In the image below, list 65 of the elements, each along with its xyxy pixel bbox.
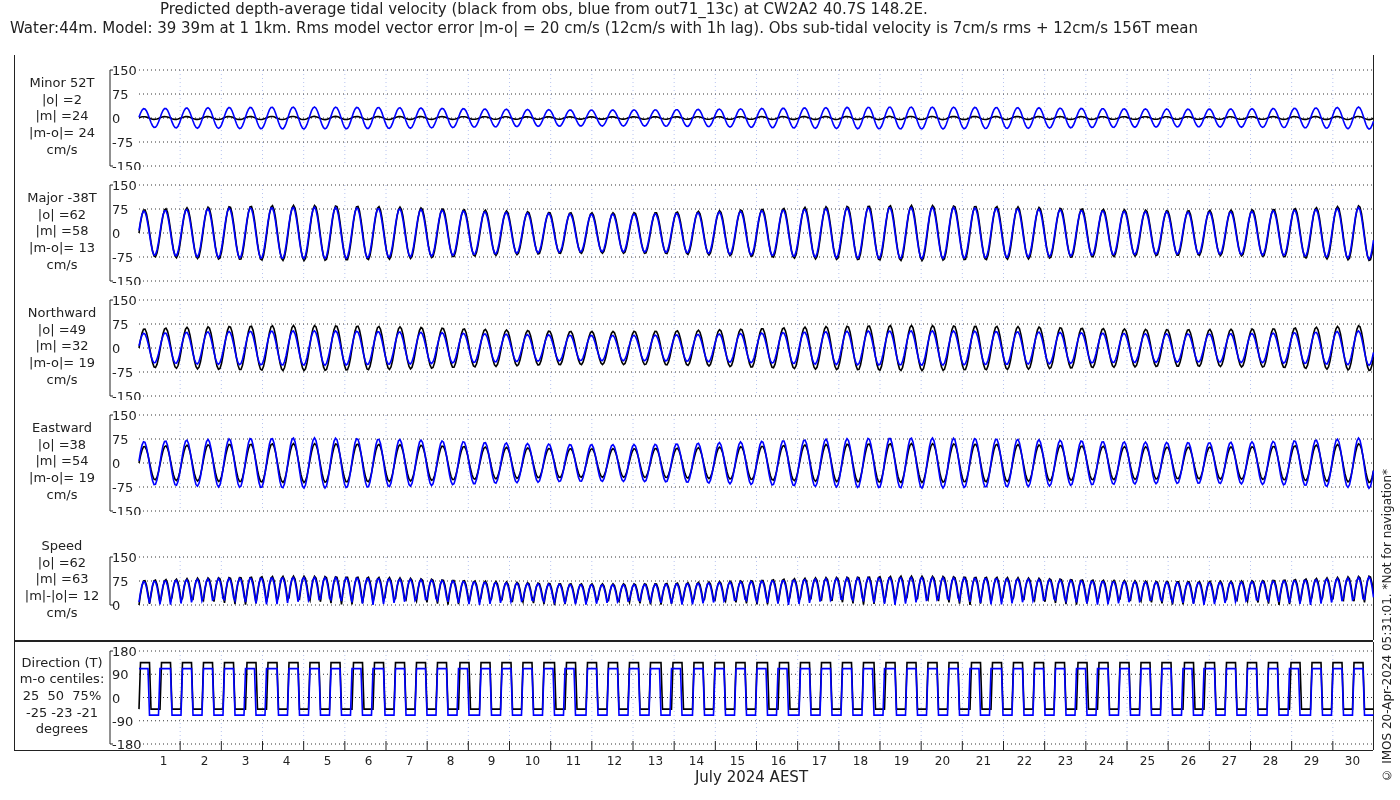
x-axis-tick-label: 20 [934, 754, 951, 769]
y-axis-tick-label: 150 [112, 550, 137, 565]
panel-label: Eastward |o| =38 |m| =54 |m-o|= 19 cm/s [29, 420, 95, 504]
panel-label: Speed |o| =62 |m| =63 |m|-|o|= 12 cm/s [24, 538, 100, 622]
x-axis-tick-label: 22 [1016, 754, 1033, 769]
x-axis-tick-label: 4 [282, 754, 291, 769]
y-axis-tick-label: 75 [112, 432, 129, 447]
x-axis-tick-label: 8 [446, 754, 455, 769]
x-axis-tick-label: 10 [524, 754, 541, 769]
x-axis-tick-label: 1 [159, 754, 168, 769]
x-axis-tick-label: 9 [487, 754, 496, 769]
y-axis-tick-label: 150 [112, 63, 137, 78]
x-axis-tick-label: 5 [323, 754, 332, 769]
y-axis-tick-label: -75 [112, 135, 134, 150]
x-axis-tick-label: 19 [893, 754, 910, 769]
x-axis-tick-label: 16 [770, 754, 787, 769]
x-axis-tick-label: 27 [1221, 754, 1238, 769]
y-axis-tick-label: -75 [112, 480, 134, 495]
y-axis-tick-label: 150 [112, 408, 137, 423]
y-axis-tick-label: 0 [112, 690, 121, 706]
y-axis-tick-label: 75 [112, 574, 129, 589]
y-axis-tick-label: 180 [112, 644, 137, 659]
x-axis-tick-label: 17 [811, 754, 828, 769]
plot-title: Water:44m. Model: 39 39m at 1 1km. Rms model vector error |m-o| = 20 cm/s (12cm/s with 1h lag). Obs sub-tidal velocity is 7cm/s rms + 12cm/s 156T mean [10, 19, 1198, 38]
x-axis-tick-label: 23 [1057, 754, 1074, 769]
x-axis-tick-label: 29 [1303, 754, 1320, 769]
y-axis-tick-label: 0 [112, 598, 121, 613]
plot-title: Predicted depth-average tidal velocity (black from obs, blue from out71_13c) at CW2A2 40.7S 148.2E. [160, 0, 928, 19]
y-axis-tick-label: 90 [112, 667, 129, 683]
panel-label: Northward |o| =49 |m| =32 |m-o|= 19 cm/s [27, 305, 97, 389]
x-axis-tick-label: 13 [647, 754, 664, 769]
x-axis-tick-label: 2 [200, 754, 209, 769]
y-axis-tick-label: 0 [112, 341, 121, 356]
y-axis-tick-label: 75 [112, 317, 129, 332]
y-axis-tick-label: 0 [112, 456, 121, 471]
y-axis-tick-label: -90 [112, 713, 134, 729]
y-axis-tick-label: 0 [112, 226, 121, 241]
x-axis-tick-label: 14 [688, 754, 705, 769]
panel-label: Major -38T |o| =62 |m| =58 |m-o|= 13 cm/s [27, 190, 97, 274]
x-axis-tick-label: 18 [852, 754, 869, 769]
y-axis-tick-label: -75 [112, 365, 134, 380]
y-axis-tick-label: -180 [112, 737, 142, 750]
y-axis-line [109, 556, 114, 606]
x-axis-tick-label: 11 [565, 754, 582, 769]
y-axis-tick-label: 0 [112, 111, 121, 126]
y-axis-tick-label: 150 [112, 293, 137, 308]
y-axis-tick-label: 75 [112, 202, 129, 217]
x-axis-tick-label: 3 [241, 754, 250, 769]
panel-label: Minor 52T |o| =2 |m| =24 |m-o|= 24 cm/s [29, 75, 95, 159]
x-axis-tick-label: 25 [1139, 754, 1156, 769]
x-axis-tick-label: 12 [606, 754, 623, 769]
x-axis-tick-label: 26 [1180, 754, 1197, 769]
x-axis-tick-label: 30 [1344, 754, 1361, 769]
x-axis-tick-label: 7 [405, 754, 414, 769]
x-axis-tick-label: 15 [729, 754, 746, 769]
x-axis-tick-label: 21 [975, 754, 992, 769]
x-axis-title: July 2024 AEST [694, 769, 809, 786]
x-axis-tick-label: 24 [1098, 754, 1115, 769]
credit-text: © IMOS 20-Apr-2024 05:31:01. *Not for navigation* [1379, 469, 1394, 782]
y-axis-tick-label: 75 [112, 87, 129, 102]
panel-label: Direction (T) m-o centiles: 25 50 75% -25 -23 -21 degrees [19, 654, 105, 738]
x-axis-tick-label: 6 [364, 754, 373, 769]
y-axis-tick-label: -75 [112, 250, 134, 265]
x-axis-tick-label: 28 [1262, 754, 1279, 769]
y-axis-tick-label: 150 [112, 178, 137, 193]
